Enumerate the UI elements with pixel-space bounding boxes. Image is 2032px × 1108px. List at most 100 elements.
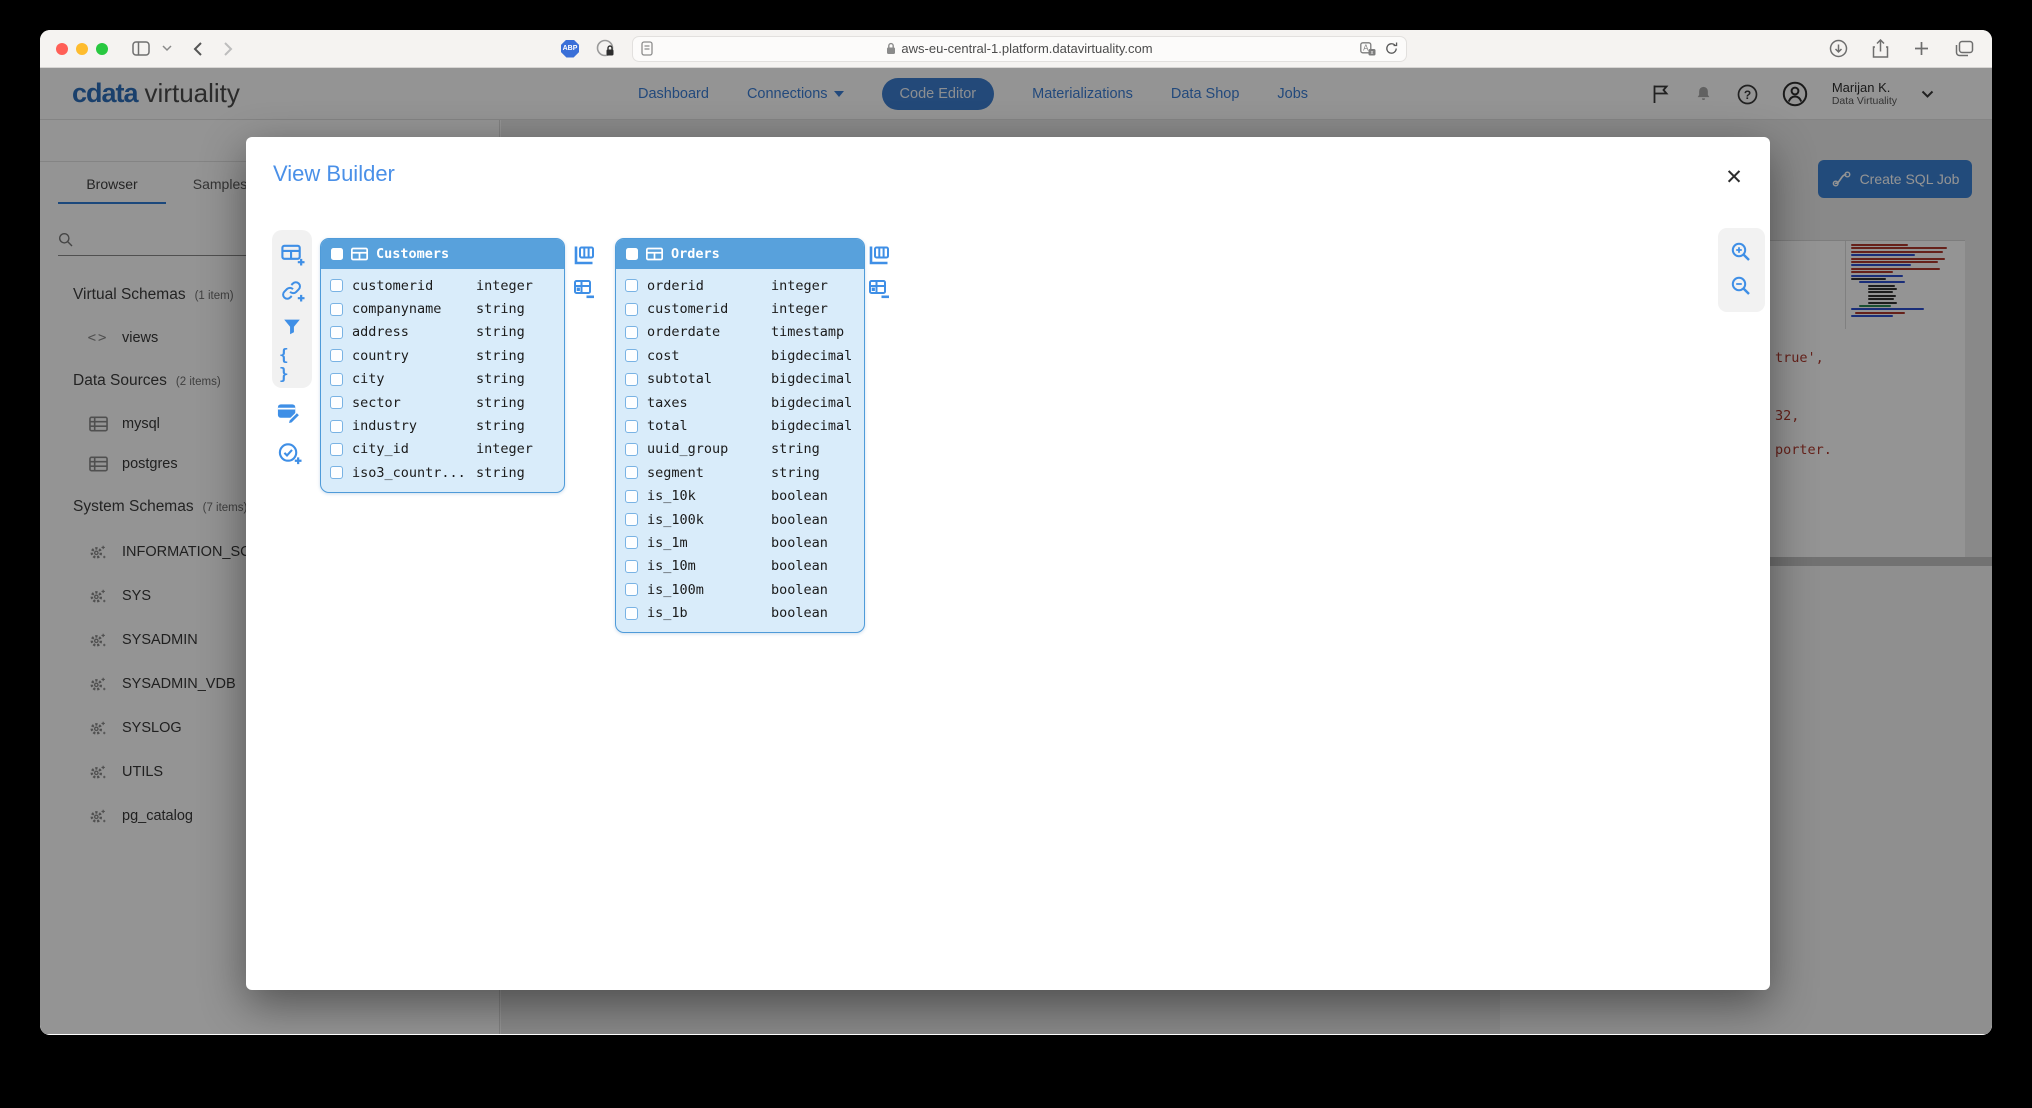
column-row-address: address string [321,321,564,344]
fullscreen-window-button[interactable] [96,43,108,55]
url-text: aws-eu-central-1.platform.datavirtuality… [901,41,1152,56]
show-columns-icon[interactable] [572,243,596,267]
column-checkbox[interactable] [330,396,343,409]
column-name: orderdate [647,324,720,340]
view-builder-toolbar: { } [272,230,312,388]
new-tab-icon[interactable] [1913,40,1930,57]
column-type: boolean [771,582,828,598]
column-row-is_1b: is_1bboolean [616,601,864,624]
column-row-is_1m: is_1m boolean [616,531,864,554]
column-row-city: city string [321,368,564,391]
column-checkbox[interactable] [330,349,343,362]
add-join-icon[interactable] [279,278,305,304]
column-checkbox[interactable] [330,326,343,339]
column-type: boolean [771,535,828,551]
column-type: string [771,465,820,481]
show-columns-icon[interactable] [867,243,891,267]
minimize-window-button[interactable] [76,43,88,55]
column-checkbox[interactable] [625,279,638,292]
reload-icon[interactable] [1384,41,1399,56]
column-checkbox[interactable] [625,443,638,456]
forward-button[interactable] [223,41,234,57]
browser-chrome: ABP aws-eu-central-1.platform.datavirtua… [40,30,1992,68]
column-checkbox[interactable] [625,490,638,503]
filter-icon[interactable] [279,314,305,340]
expression-icon[interactable]: { } [279,351,305,377]
column-checkbox[interactable] [330,420,343,433]
table-icon [351,247,368,261]
column-name: customerid [352,278,433,294]
column-name: is_1m [647,535,688,551]
column-checkbox[interactable] [625,583,638,596]
column-checkbox[interactable] [625,373,638,386]
column-row-is_10m: is_10mboolean [616,555,864,578]
column-row-customerid: customeridinteger [616,297,864,320]
column-checkbox[interactable] [625,349,638,362]
web-page: cdata virtuality DashboardConnectionsCod… [40,68,1992,1034]
column-type: string [476,371,525,387]
column-row-total: totalbigdecimal [616,414,864,437]
column-type: string [771,441,820,457]
table-card-header[interactable]: Customers [321,239,564,269]
column-checkbox[interactable] [625,560,638,573]
column-name: city [352,371,385,387]
table-checkbox[interactable] [331,248,343,260]
column-checkbox[interactable] [330,443,343,456]
column-name: country [352,348,409,364]
column-name: taxes [647,395,688,411]
zoom-out-icon[interactable] [1729,274,1755,300]
column-name: address [352,324,409,340]
column-name: iso3_countr... [352,465,466,481]
column-checkbox[interactable] [330,466,343,479]
desktop-background: ABP aws-eu-central-1.platform.datavirtua… [0,0,2032,1108]
share-icon[interactable] [1872,39,1889,59]
view-builder-modal: View Builder ✕ { } [246,137,1770,990]
back-button[interactable] [192,41,203,57]
column-type: string [476,348,525,364]
column-name: orderid [647,278,704,294]
column-checkbox[interactable] [330,373,343,386]
edit-view-icon[interactable] [276,399,302,425]
downloads-icon[interactable] [1829,39,1848,58]
table-checkbox[interactable] [626,248,638,260]
column-type: string [476,301,525,317]
column-checkbox[interactable] [330,279,343,292]
column-type: timestamp [771,324,844,340]
validate-check-icon[interactable] [276,440,302,466]
collapse-table-icon[interactable] [867,277,891,301]
column-checkbox[interactable] [625,303,638,316]
sidebar-chevron-icon[interactable] [162,45,172,52]
column-checkbox[interactable] [625,396,638,409]
column-checkbox[interactable] [625,466,638,479]
privacy-extension-icon[interactable] [596,39,615,58]
tab-overview-icon[interactable] [1954,40,1974,58]
column-checkbox[interactable] [625,607,638,620]
add-table-icon[interactable] [279,241,305,267]
column-checkbox[interactable] [625,513,638,526]
zoom-in-icon[interactable] [1729,240,1755,266]
column-name: industry [352,418,417,434]
column-type: integer [771,278,828,294]
column-type: string [476,418,525,434]
table-card-header[interactable]: Orders [616,239,864,269]
modal-title: View Builder [273,161,395,187]
address-bar[interactable]: aws-eu-central-1.platform.datavirtuality… [632,36,1407,62]
translate-icon[interactable]: Ax [1360,42,1376,56]
column-checkbox[interactable] [625,420,638,433]
column-type: string [476,324,525,340]
column-row-country: country string [321,344,564,367]
column-row-customerid: customeridinteger [321,274,564,297]
column-name: is_10k [647,488,696,504]
close-window-button[interactable] [56,43,68,55]
close-icon[interactable]: ✕ [1720,163,1748,191]
column-checkbox[interactable] [330,303,343,316]
column-row-sector: sectorstring [321,391,564,414]
browser-window: ABP aws-eu-central-1.platform.datavirtua… [40,30,1992,1035]
column-checkbox[interactable] [625,326,638,339]
sidebar-toggle-icon[interactable] [132,41,150,56]
column-row-companyname: companynamestring [321,297,564,320]
adblock-extension-icon[interactable]: ABP [561,40,579,58]
column-checkbox[interactable] [625,536,638,549]
column-type: bigdecimal [771,371,852,387]
collapse-table-icon[interactable] [572,277,596,301]
